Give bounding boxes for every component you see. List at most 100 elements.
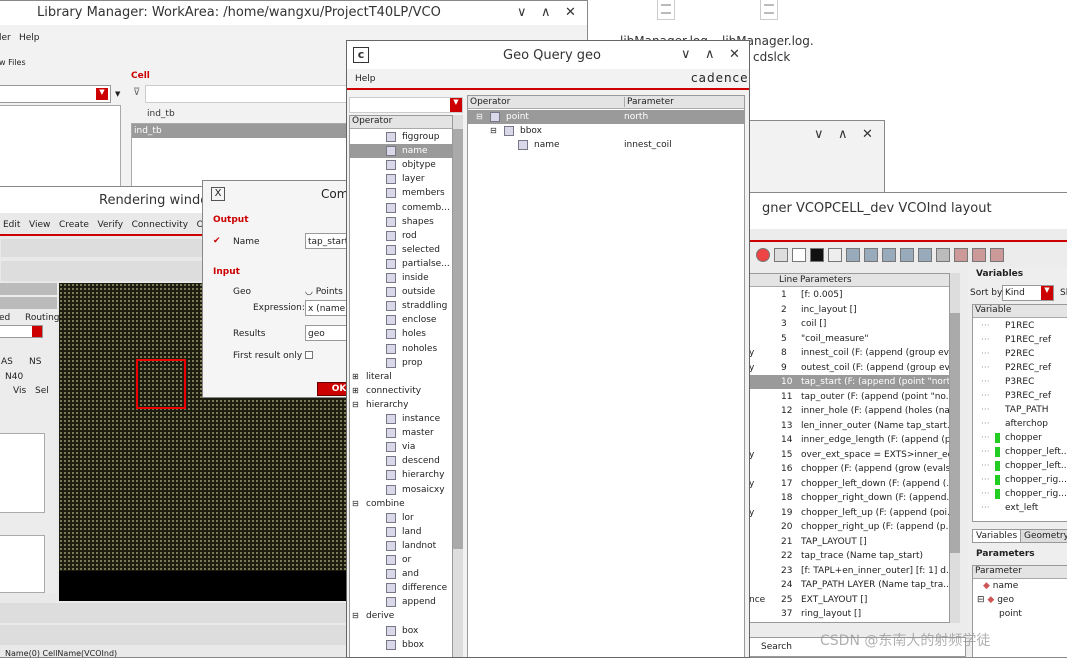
column-header-parameters[interactable]: Parameters	[800, 275, 852, 285]
query-node[interactable]: ⊟ point north	[468, 110, 744, 124]
tree-add-icon[interactable]	[972, 248, 986, 262]
operator-item[interactable]: via	[350, 440, 452, 454]
operator-tree[interactable]: Operator figgroup name objtype layer members…	[349, 115, 453, 657]
table-row[interactable]: 1 [f: 0.005]	[747, 288, 949, 302]
tab-geometry[interactable]: Geometry	[1020, 529, 1067, 543]
tree-up-icon[interactable]	[954, 248, 968, 262]
operator-item[interactable]: mosaicxy	[350, 483, 452, 497]
table-row[interactable]: 13 len_inner_outer (Name tap_start...	[747, 419, 949, 433]
operator-item[interactable]: objtype	[350, 158, 452, 172]
table-row[interactable]: y 17 chopper_left_down (F: (append (...	[747, 477, 949, 491]
menu-item-help[interactable]: Help	[19, 33, 40, 43]
column-header-parameter[interactable]: Parameter	[624, 97, 674, 107]
variable-column-header[interactable]: Variable	[973, 305, 1067, 318]
operator-item[interactable]: and	[350, 567, 452, 581]
column-header-line[interactable]: Line	[779, 275, 798, 285]
operator-item[interactable]: ⊟ combine	[350, 497, 452, 511]
table-row[interactable]: y 15 over_ext_space = EXTS>inner_ed...	[747, 448, 949, 462]
minimize-icon[interactable]: ∨	[517, 5, 527, 20]
operator-item[interactable]: noholes	[350, 342, 452, 356]
operator-item[interactable]: name	[350, 144, 452, 159]
table-row[interactable]: y 9 outest_coil (F: (append (group ev...	[747, 361, 949, 375]
operator-item[interactable]: inside	[350, 271, 452, 285]
operator-item[interactable]: landnot	[350, 539, 452, 553]
menu-item[interactable]: ler	[0, 33, 11, 43]
query-node[interactable]: name innest_coil	[468, 138, 744, 152]
list-item[interactable]: ··· TAP_PATH	[973, 403, 1067, 417]
chevron-down-icon[interactable]: ▼	[115, 90, 120, 98]
maximize-icon[interactable]: ∧	[705, 47, 715, 62]
operator-item[interactable]: or	[350, 553, 452, 567]
radio-icon[interactable]: ◡	[305, 287, 316, 297]
table-row[interactable]: 16 chopper (F: (append (grow (evals...	[747, 462, 949, 476]
operator-item[interactable]: hierarchy	[350, 468, 452, 482]
operator-item[interactable]: figgroup	[350, 130, 452, 144]
expander-icon[interactable]: ⊟	[977, 595, 987, 605]
table-row[interactable]: 10 tap_start (F: (append (point "nort...	[747, 375, 949, 389]
layer-table[interactable]	[0, 433, 45, 513]
redo-icon[interactable]	[900, 248, 914, 262]
chevron-down-icon[interactable]: ▼	[1041, 286, 1053, 300]
list-item[interactable]: ⊟ ◆ geo	[977, 595, 1014, 605]
column-header-operator[interactable]: Operator	[470, 97, 510, 107]
operator-item[interactable]: ⊞ connectivity	[350, 384, 452, 398]
tree-icon[interactable]	[936, 248, 950, 262]
table-row[interactable]: 18 chopper_right_down (F: (append...	[747, 491, 949, 505]
file-icon[interactable]	[657, 0, 675, 20]
show-files-checkbox[interactable]: w Files	[0, 58, 26, 67]
table-row[interactable]: 3 coil []	[747, 317, 949, 331]
arrow-left-icon[interactable]	[846, 248, 860, 262]
close-icon[interactable]: ✕	[729, 47, 740, 62]
arrow-right-icon[interactable]	[864, 248, 878, 262]
as-label[interactable]: AS	[1, 357, 13, 367]
list-item[interactable]: ··· afterchop	[973, 417, 1067, 431]
list-item[interactable]: ind_tb	[132, 124, 350, 138]
operator-item[interactable]: ⊟ derive	[350, 609, 452, 623]
layer-table[interactable]	[0, 535, 45, 593]
operator-item[interactable]: ⊟ hierarchy	[350, 398, 452, 412]
points-radio[interactable]: ◡ Points	[305, 287, 343, 297]
layer-combo[interactable]	[0, 325, 43, 338]
table-row[interactable]: 14 inner_edge_length (F: (append (p...	[747, 433, 949, 447]
sort-combo[interactable]: Kind ▼	[1002, 285, 1054, 301]
table-row[interactable]: y 8 innest_coil (F: (append (group ev...	[747, 346, 949, 360]
operator-item[interactable]: land	[350, 525, 452, 539]
query-tree[interactable]: Operator Parameter ⊟ point north ⊟ bbox name i…	[467, 95, 745, 657]
operator-item[interactable]: partialse...	[350, 257, 452, 271]
list-item[interactable]: ··· chopper_left...	[973, 459, 1067, 473]
tree-del-icon[interactable]	[990, 248, 1004, 262]
table-row[interactable]: 5 "coil_measure"	[747, 332, 949, 346]
library-list[interactable]	[0, 105, 121, 195]
operator-item[interactable]: rod	[350, 229, 452, 243]
operator-item[interactable]: shapes	[350, 215, 452, 229]
minimize-icon[interactable]: ∨	[814, 127, 824, 142]
operator-item[interactable]: difference	[350, 581, 452, 595]
expander-icon[interactable]: ⊟	[352, 497, 359, 511]
parameter-table[interactable]: Line Parameters 1 [f: 0.005] 2 inc_layout […	[746, 273, 950, 623]
menu-item-help[interactable]: Help	[355, 74, 376, 84]
parameter-column-header[interactable]: Parameter	[973, 566, 1067, 579]
operator-item[interactable]: instance	[350, 412, 452, 426]
list-item[interactable]: ··· P1REC	[973, 319, 1067, 333]
scrollbar[interactable]	[950, 273, 960, 623]
table-row[interactable]: 2 inc_layout []	[747, 303, 949, 317]
sort-extra[interactable]: Sl	[1060, 288, 1067, 298]
expander-icon[interactable]: ⊟	[352, 398, 359, 412]
query-node[interactable]: ⊟ bbox	[468, 124, 744, 138]
table-row[interactable]: nce 25 EXT_LAYOUT []	[747, 593, 949, 607]
list-item[interactable]: ··· chopper	[973, 431, 1067, 445]
operator-item[interactable]: descend	[350, 454, 452, 468]
pcell-icon[interactable]	[810, 248, 824, 262]
run-icon[interactable]	[774, 248, 788, 262]
cell-filter-combo[interactable]	[145, 85, 349, 103]
menu-item[interactable]: View	[29, 220, 50, 230]
list-item[interactable]: point	[999, 609, 1022, 619]
table-row[interactable]: 23 [f: TAPL+en_inner_outer] [f: 1] d...	[747, 564, 949, 578]
list-item[interactable]: ··· ext_left	[973, 501, 1067, 515]
chevron-down-icon[interactable]: ▼	[450, 98, 462, 112]
list-item[interactable]: ··· chopper_rig...	[973, 473, 1067, 487]
menu-item[interactable]: Verify	[97, 220, 123, 230]
scrollbar[interactable]	[453, 115, 463, 657]
ns-label[interactable]: NS	[29, 357, 41, 367]
table-row[interactable]: 12 inner_hole (F: (append (holes (na...	[747, 404, 949, 418]
